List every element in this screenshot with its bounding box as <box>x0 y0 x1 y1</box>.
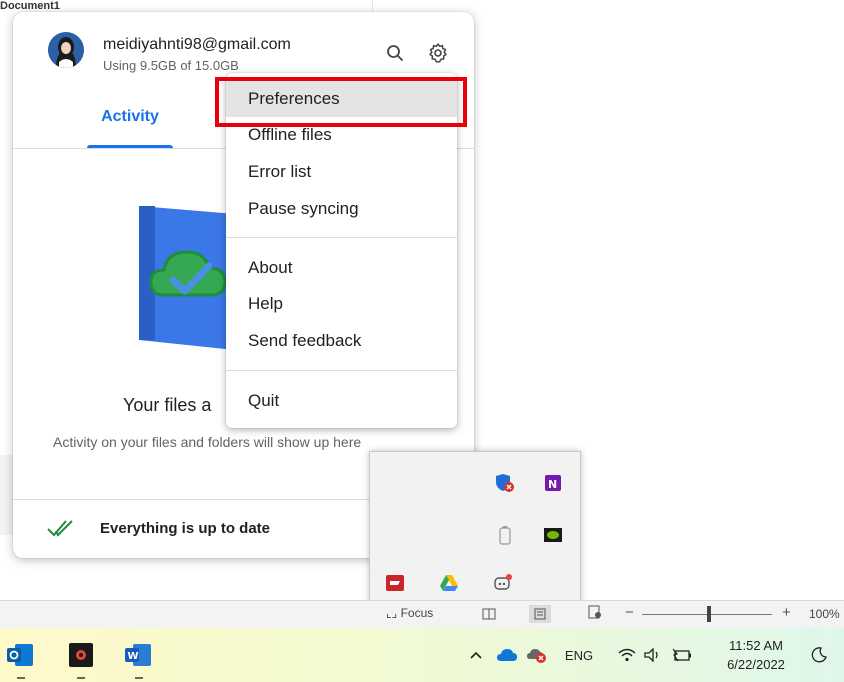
tray-app-red[interactable] <box>384 572 406 594</box>
gear-icon <box>429 43 447 63</box>
cloud-error-icon <box>527 649 546 663</box>
taskbar-obs[interactable] <box>64 638 98 679</box>
show-hidden-icons-button[interactable] <box>466 642 486 668</box>
focus-icon: ⌞⌟ <box>386 606 398 620</box>
menu-item-quit[interactable]: Quit <box>226 383 457 419</box>
notification-button[interactable] <box>808 642 830 668</box>
focus-label: Focus <box>400 606 434 620</box>
tab-activity[interactable]: Activity <box>87 104 173 148</box>
empty-state-title: Your files a <box>123 395 212 415</box>
wifi-icon <box>618 648 636 662</box>
running-indicator <box>77 677 85 679</box>
chevron-up-icon <box>470 651 482 659</box>
menu-divider <box>226 237 457 238</box>
search-button[interactable] <box>381 39 409 67</box>
document-title-fragment: Document1 <box>0 0 60 12</box>
onenote-icon: N <box>545 475 561 491</box>
nvidia-icon <box>544 528 562 542</box>
menu-item-help[interactable]: Help <box>226 286 457 322</box>
web-page-icon <box>588 605 601 619</box>
running-indicator <box>17 677 25 679</box>
menu-item-send-feedback[interactable]: Send feedback <box>226 323 457 359</box>
tray-onedrive[interactable] <box>494 642 520 668</box>
cloud-check-icon <box>139 206 235 350</box>
clock[interactable]: 11:52 AM 6/22/2022 <box>711 636 801 674</box>
google-drive-icon <box>440 575 458 591</box>
side-ruler <box>0 455 14 535</box>
menu-item-about[interactable]: About <box>226 250 457 286</box>
menu-item-pause-syncing[interactable]: Pause syncing <box>226 191 457 227</box>
search-icon <box>387 45 403 61</box>
double-check-icon <box>47 520 73 537</box>
sync-illustration <box>125 200 235 355</box>
tray-battery[interactable] <box>494 524 516 546</box>
clock-time: 11:52 AM <box>729 638 783 653</box>
word-icon: W <box>125 644 151 666</box>
menu-divider <box>226 370 457 371</box>
chat-app-icon <box>494 574 512 590</box>
recorder-icon <box>69 643 93 667</box>
clock-date: 6/22/2022 <box>727 657 785 672</box>
web-layout-button[interactable] <box>584 603 606 621</box>
language-indicator[interactable]: ENG <box>562 642 596 668</box>
battery-charging-icon <box>672 648 691 662</box>
read-mode-button[interactable] <box>478 605 500 623</box>
tray-volume[interactable] <box>642 642 664 668</box>
avatar[interactable] <box>48 32 84 68</box>
focus-mode-button[interactable]: ⌞⌟ Focus <box>386 606 433 620</box>
zoom-out-button[interactable]: − <box>625 604 634 621</box>
page-icon <box>534 608 546 620</box>
windows-taskbar: W ENG 11:52 AM 6/22/2022 <box>0 628 844 682</box>
tray-battery-taskbar[interactable] <box>670 642 694 668</box>
empty-state-subtitle: Activity on your files and folders will … <box>53 434 362 450</box>
tray-onenote[interactable]: N <box>542 472 564 494</box>
outlook-icon <box>7 644 33 666</box>
svg-text:N: N <box>548 478 557 491</box>
word-status-bar: ⌞⌟ Focus − + 100% <box>0 600 844 629</box>
moon-icon <box>811 647 827 663</box>
zoom-in-button[interactable]: + <box>782 604 791 621</box>
sync-status-icon-wrap <box>46 518 74 543</box>
tray-defender[interactable] <box>494 472 516 494</box>
annotation-highlight-box <box>215 77 467 127</box>
zoom-level[interactable]: 100% <box>809 607 840 621</box>
book-icon <box>482 608 496 620</box>
settings-button[interactable] <box>424 39 452 67</box>
shield-alert-icon <box>496 474 514 492</box>
red-app-icon <box>386 575 404 591</box>
tab-activity-label: Activity <box>101 108 159 125</box>
taskbar-word[interactable]: W <box>122 638 156 679</box>
print-layout-button[interactable] <box>529 605 551 623</box>
tray-wifi[interactable] <box>616 642 638 668</box>
storage-usage: Using 9.5GB of 15.0GB <box>103 58 239 73</box>
menu-item-error-list[interactable]: Error list <box>226 154 457 190</box>
tray-google-drive[interactable] <box>438 572 460 594</box>
svg-text:W: W <box>128 651 139 662</box>
tray-overflow-popup: N <box>369 451 581 612</box>
taskbar-outlook[interactable] <box>4 638 38 679</box>
tray-network-error[interactable] <box>524 642 550 668</box>
account-email: meidiyahnti98@gmail.com <box>103 36 291 53</box>
tray-discord[interactable] <box>492 572 514 594</box>
tray-nvidia[interactable] <box>542 524 564 546</box>
cloud-icon <box>497 649 517 661</box>
running-indicator <box>135 677 143 679</box>
battery-icon <box>499 526 511 545</box>
speaker-icon <box>644 648 658 662</box>
zoom-slider-thumb[interactable] <box>707 606 711 622</box>
sync-status-text: Everything is up to date <box>100 520 271 537</box>
